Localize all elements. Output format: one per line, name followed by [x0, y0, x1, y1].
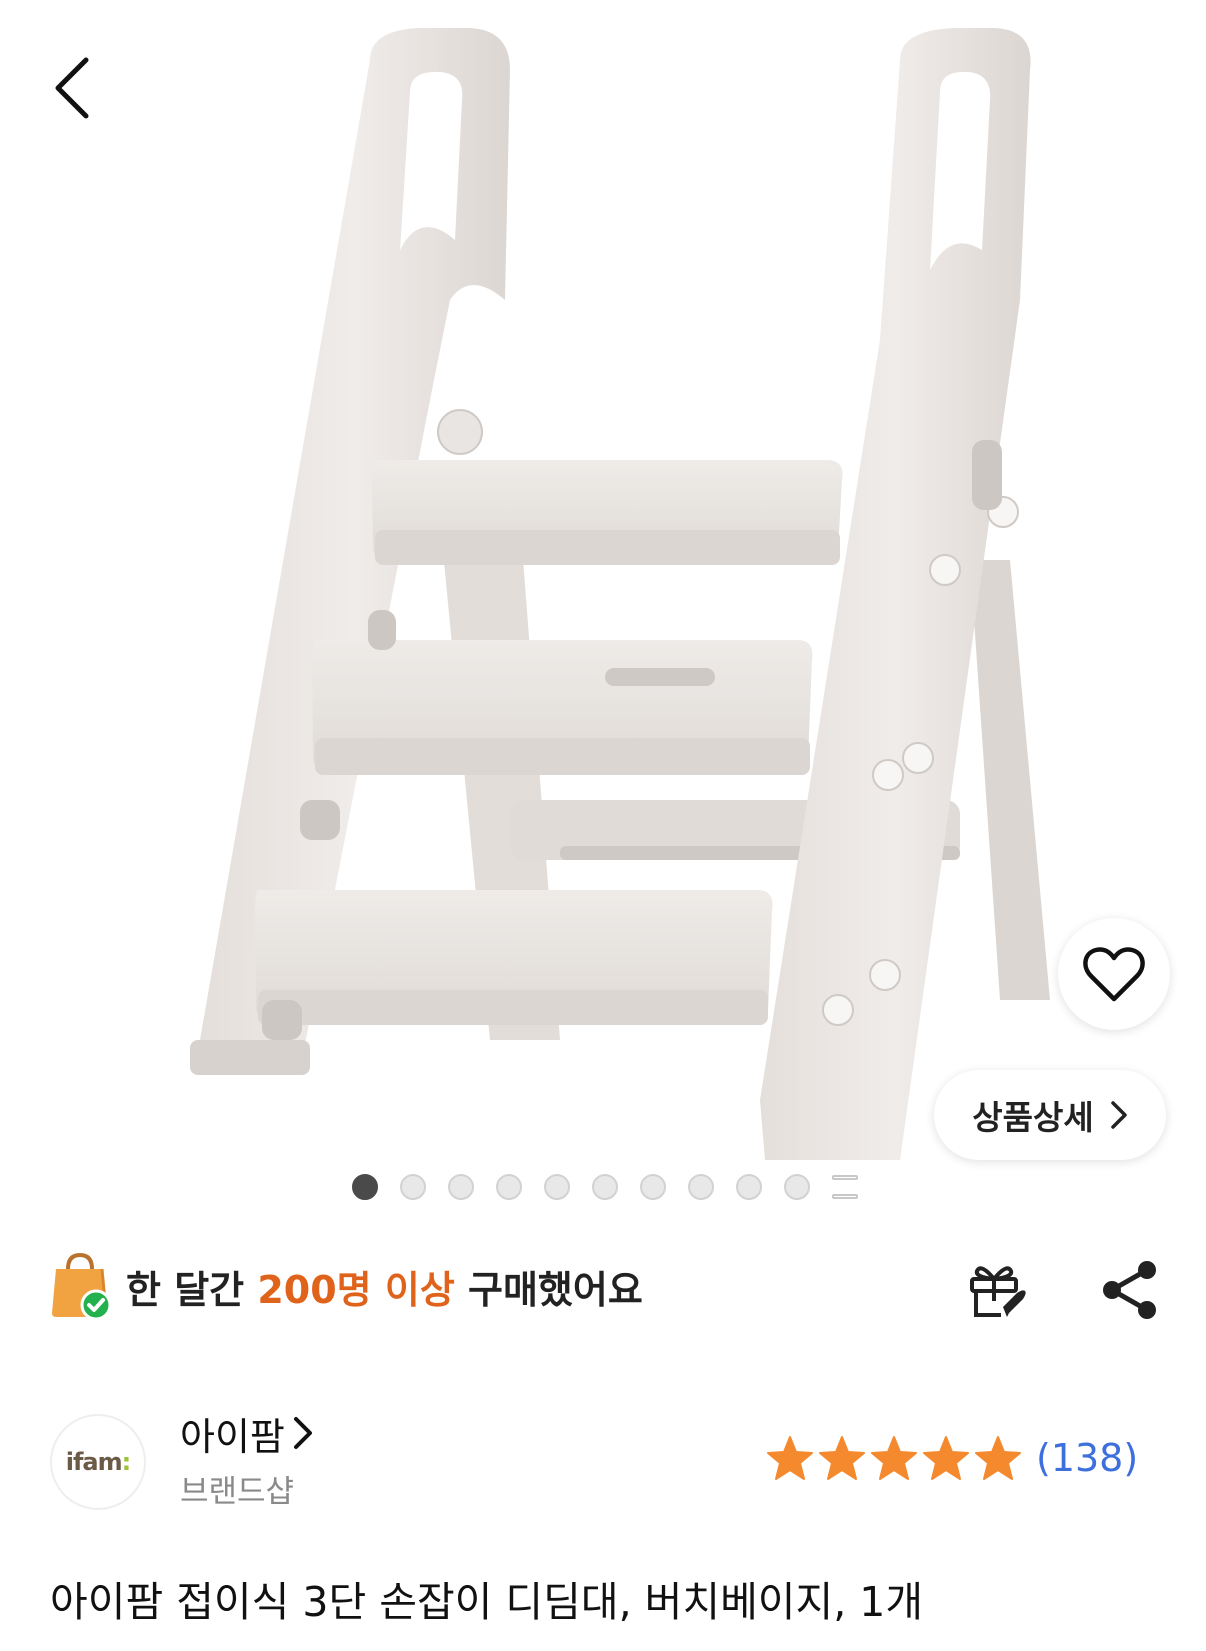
purchase-notice: 한 달간 200명 이상 구매했어요	[50, 1248, 643, 1324]
wishlist-button[interactable]	[1058, 918, 1170, 1030]
brand-type: 브랜드샵	[180, 1474, 295, 1510]
brand-logo-wordmark: ifam	[65, 1448, 123, 1476]
share-icon	[1103, 1261, 1156, 1319]
heart-outline-icon	[1083, 947, 1145, 1002]
carousel-indicator	[352, 1172, 858, 1202]
star-icon	[767, 1436, 813, 1480]
star-icon	[923, 1436, 969, 1480]
brand-logo[interactable]: ifam:	[50, 1414, 146, 1510]
carousel-dot[interactable]	[400, 1174, 426, 1200]
gift-button[interactable]	[962, 1254, 1034, 1326]
carousel-dot[interactable]	[592, 1174, 618, 1200]
product-detail-label: 상품상세	[972, 1098, 1094, 1137]
purchase-notice-highlight: 200명 이상	[257, 1267, 455, 1312]
product-detail-button[interactable]: 상품상세	[934, 1070, 1166, 1160]
chevron-right-icon	[293, 1417, 312, 1449]
star-icon	[819, 1436, 865, 1480]
carousel-dot[interactable]	[496, 1174, 522, 1200]
chevron-right-icon	[1110, 1101, 1127, 1129]
product-title: 아이팜 접이식 3단 손잡이 디딤대, 버치베이지, 1개	[50, 1578, 924, 1626]
star-icon	[871, 1436, 917, 1480]
product-image	[190, 28, 1050, 1160]
brand-link[interactable]: 아이팜	[180, 1408, 313, 1459]
purchase-notice-suffix: 구매했어요	[454, 1267, 643, 1312]
purchase-notice-text: 한 달간 200명 이상 구매했어요	[126, 1259, 643, 1314]
carousel-dot[interactable]	[352, 1174, 378, 1200]
gift-rocket-icon	[970, 1266, 1026, 1317]
carousel-dot[interactable]	[640, 1174, 666, 1200]
list-icon[interactable]	[832, 1175, 858, 1199]
share-button[interactable]	[1094, 1254, 1166, 1326]
carousel-dot[interactable]	[784, 1174, 810, 1200]
brand-logo-text: ifam:	[65, 1448, 131, 1476]
review-count: (138)	[1036, 1436, 1139, 1480]
rating-summary[interactable]: (138)	[766, 1428, 1138, 1488]
carousel-dot[interactable]	[544, 1174, 570, 1200]
chevron-left-icon	[55, 57, 89, 119]
product-image-carousel[interactable]: 상품상세	[0, 0, 1206, 1210]
shopping-bag-check-icon	[52, 1252, 112, 1321]
back-button[interactable]	[40, 52, 104, 124]
star-icon	[975, 1436, 1021, 1480]
brand-name: 아이팜	[180, 1414, 285, 1459]
carousel-dot[interactable]	[736, 1174, 762, 1200]
carousel-dot[interactable]	[448, 1174, 474, 1200]
purchase-notice-prefix: 한 달간	[126, 1267, 258, 1312]
carousel-dot[interactable]	[688, 1174, 714, 1200]
